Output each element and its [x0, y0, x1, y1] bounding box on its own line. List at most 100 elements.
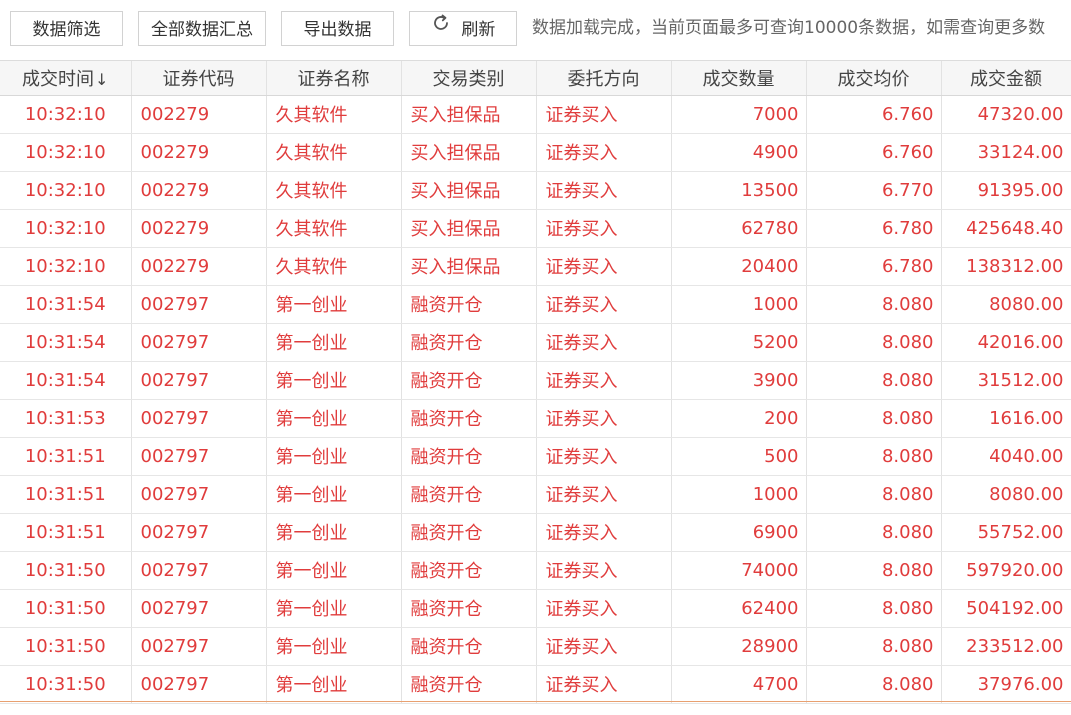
table-row[interactable]: 10:31:50 002797 第一创业 融资开仓 证券买入 74000 8.080 5979… — [0, 551, 1071, 590]
table-row[interactable]: 10:31:50 002797 第一创业 融资开仓 证券买入 4700 8.080 37976… — [0, 665, 1071, 704]
cell-direction: 证券买入 — [536, 475, 672, 514]
cell-quantity: 5200 — [671, 323, 807, 362]
table-row[interactable]: 10:31:50 002797 第一创业 融资开仓 证券买入 62400 8.080 5041… — [0, 589, 1071, 628]
summary-button[interactable]: 全部数据汇总 — [138, 11, 266, 46]
cell-direction: 证券买入 — [536, 361, 672, 400]
cell-amount: 504192.00 — [941, 589, 1071, 628]
cell-avg-price: 8.080 — [806, 437, 942, 476]
cell-name: 第一创业 — [266, 475, 402, 514]
cell-name: 第一创业 — [266, 665, 402, 704]
column-header-label: 成交金额 — [970, 68, 1042, 90]
cell-direction: 证券买入 — [536, 627, 672, 666]
export-button[interactable]: 导出数据 — [281, 11, 394, 46]
table-header-row: 成交时间↓ 证券代码 证券名称 交易类别 委托方向 成交数量 成交均价 成交金额 — [0, 61, 1071, 96]
cell-time: 10:31:50 — [0, 551, 132, 590]
cell-quantity: 6900 — [671, 513, 807, 552]
cell-amount: 37976.00 — [941, 665, 1071, 704]
cell-name: 第一创业 — [266, 361, 402, 400]
filter-button[interactable]: 数据筛选 — [10, 11, 123, 46]
cell-direction: 证券买入 — [536, 665, 672, 704]
cell-time: 10:31:50 — [0, 589, 132, 628]
cell-quantity: 3900 — [671, 361, 807, 400]
cell-name: 久其软件 — [266, 95, 402, 134]
cell-code: 002797 — [131, 513, 267, 552]
cell-code: 002797 — [131, 665, 267, 704]
refresh-button[interactable]: 刷新 — [409, 11, 517, 46]
cell-direction: 证券买入 — [536, 95, 672, 134]
cell-amount: 8080.00 — [941, 475, 1071, 514]
table-row[interactable]: 10:32:10 002279 久其软件 买入担保品 证券买入 20400 6.780 138… — [0, 247, 1071, 286]
table-row[interactable]: 10:31:51 002797 第一创业 融资开仓 证券买入 1000 8.080 8080.… — [0, 475, 1071, 514]
cell-name: 久其软件 — [266, 247, 402, 286]
cell-quantity: 13500 — [671, 171, 807, 210]
table-row[interactable]: 10:32:10 002279 久其软件 买入担保品 证券买入 4900 6.760 3312… — [0, 133, 1071, 172]
cell-name: 第一创业 — [266, 285, 402, 324]
table-row[interactable]: 10:31:51 002797 第一创业 融资开仓 证券买入 6900 8.080 55752… — [0, 513, 1071, 552]
table-body: 10:32:10 002279 久其软件 买入担保品 证券买入 7000 6.760 4732… — [0, 95, 1071, 704]
column-header-category[interactable]: 交易类别 — [401, 61, 537, 96]
cell-category: 融资开仓 — [401, 361, 537, 400]
cell-direction: 证券买入 — [536, 399, 672, 438]
cell-category: 融资开仓 — [401, 475, 537, 514]
table-row[interactable]: 10:31:54 002797 第一创业 融资开仓 证券买入 5200 8.080 42016… — [0, 323, 1071, 362]
column-header-time[interactable]: 成交时间↓ — [0, 61, 132, 96]
cell-time: 10:32:10 — [0, 133, 132, 172]
column-header-direction[interactable]: 委托方向 — [536, 61, 672, 96]
cell-quantity: 7000 — [671, 95, 807, 134]
cell-direction: 证券买入 — [536, 589, 672, 628]
cell-code: 002279 — [131, 247, 267, 286]
cell-direction: 证券买入 — [536, 437, 672, 476]
cell-amount: 42016.00 — [941, 323, 1071, 362]
table-row[interactable]: 10:31:54 002797 第一创业 融资开仓 证券买入 3900 8.080 31512… — [0, 361, 1071, 400]
cell-avg-price: 6.770 — [806, 171, 942, 210]
table-row[interactable]: 10:32:10 002279 久其软件 买入担保品 证券买入 13500 6.770 913… — [0, 171, 1071, 210]
cell-avg-price: 8.080 — [806, 627, 942, 666]
cell-name: 久其软件 — [266, 209, 402, 248]
table-row[interactable]: 10:31:51 002797 第一创业 融资开仓 证券买入 500 8.080 4040.0… — [0, 437, 1071, 476]
cell-code: 002279 — [131, 171, 267, 210]
cell-avg-price: 8.080 — [806, 285, 942, 324]
column-header-label: 证券名称 — [297, 68, 370, 90]
cell-name: 第一创业 — [266, 589, 402, 628]
cell-amount: 47320.00 — [941, 95, 1071, 134]
column-header-name[interactable]: 证券名称 — [266, 61, 402, 96]
cell-time: 10:31:53 — [0, 399, 132, 438]
cell-code: 002797 — [131, 589, 267, 628]
cell-code: 002797 — [131, 285, 267, 324]
cell-name: 第一创业 — [266, 551, 402, 590]
cell-direction: 证券买入 — [536, 285, 672, 324]
cell-category: 融资开仓 — [401, 399, 537, 438]
column-header-code[interactable]: 证券代码 — [131, 61, 267, 96]
cell-quantity: 62780 — [671, 209, 807, 248]
cell-time: 10:31:50 — [0, 665, 132, 704]
column-header-avg-price[interactable]: 成交均价 — [806, 61, 942, 96]
cell-code: 002797 — [131, 627, 267, 666]
cell-quantity: 1000 — [671, 475, 807, 514]
table-row[interactable]: 10:31:53 002797 第一创业 融资开仓 证券买入 200 8.080 1616.0… — [0, 399, 1071, 438]
column-header-amount[interactable]: 成交金额 — [941, 61, 1071, 96]
cell-quantity: 500 — [671, 437, 807, 476]
summary-button-label: 全部数据汇总 — [151, 20, 253, 40]
cell-avg-price: 8.080 — [806, 323, 942, 362]
column-header-label: 成交均价 — [837, 68, 910, 90]
cell-quantity: 62400 — [671, 589, 807, 628]
trade-table-container: 成交时间↓ 证券代码 证券名称 交易类别 委托方向 成交数量 成交均价 成交金额… — [0, 60, 1071, 715]
table-row[interactable]: 10:32:10 002279 久其软件 买入担保品 证券买入 62780 6.780 425… — [0, 209, 1071, 248]
table-row[interactable]: 10:31:50 002797 第一创业 融资开仓 证券买入 28900 8.080 2335… — [0, 627, 1071, 666]
cell-avg-price: 8.080 — [806, 589, 942, 628]
cell-time: 10:32:10 — [0, 171, 132, 210]
column-header-quantity[interactable]: 成交数量 — [671, 61, 807, 96]
cell-category: 融资开仓 — [401, 513, 537, 552]
cell-name: 第一创业 — [266, 323, 402, 362]
cell-code: 002279 — [131, 209, 267, 248]
cell-avg-price: 8.080 — [806, 551, 942, 590]
refresh-button-label: 刷新 — [461, 20, 496, 40]
table-row[interactable]: 10:31:54 002797 第一创业 融资开仓 证券买入 1000 8.080 8080.… — [0, 285, 1071, 324]
cell-category: 融资开仓 — [401, 437, 537, 476]
column-header-label: 交易类别 — [432, 68, 505, 90]
column-header-label: 证券代码 — [162, 68, 235, 90]
cell-amount: 55752.00 — [941, 513, 1071, 552]
cell-quantity: 74000 — [671, 551, 807, 590]
table-row[interactable]: 10:32:10 002279 久其软件 买入担保品 证券买入 7000 6.760 4732… — [0, 95, 1071, 134]
cell-amount: 31512.00 — [941, 361, 1071, 400]
